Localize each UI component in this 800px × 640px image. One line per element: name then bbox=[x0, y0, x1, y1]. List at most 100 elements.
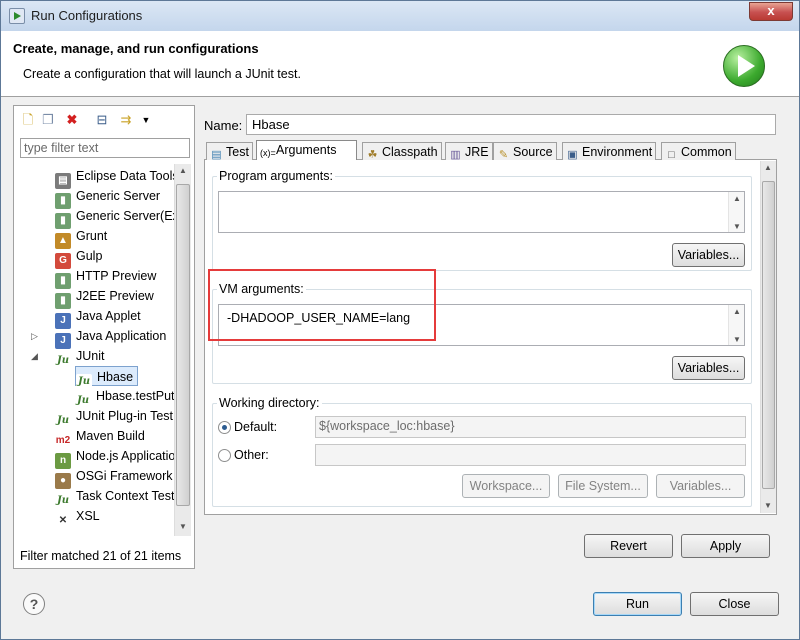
duplicate-config-icon[interactable]: ❐ bbox=[40, 112, 56, 128]
tree-item[interactable]: Ju JUnit bbox=[55, 346, 104, 369]
scroll-up-icon[interactable]: ▲ bbox=[179, 166, 187, 175]
apply-button[interactable]: Apply bbox=[681, 534, 770, 558]
tree-scrollbar[interactable]: ▲ ▼ bbox=[174, 164, 191, 536]
vm-args-scrollbar[interactable]: ▲ ▼ bbox=[728, 305, 744, 345]
run-config-icon bbox=[9, 8, 25, 24]
run-banner-icon bbox=[723, 45, 765, 87]
configuration-list-panel: 🗋 ❐ ✖ ⊟ ⇉ ▼ type filter text ▤ Eclipse Da… bbox=[13, 105, 195, 569]
collapsed-chevron-icon[interactable]: ▷ bbox=[31, 331, 38, 342]
tab-test[interactable]: ▤ Test bbox=[206, 142, 253, 161]
scroll-up-icon[interactable]: ▲ bbox=[733, 307, 741, 316]
annotation-highlight-box bbox=[208, 269, 436, 341]
scroll-up-icon[interactable]: ▲ bbox=[764, 163, 772, 172]
tree-item[interactable]: ▮ Generic Server bbox=[55, 186, 161, 209]
tab-jre[interactable]: ▥ JRE bbox=[445, 142, 493, 161]
tab-label: Test bbox=[226, 145, 249, 159]
tree-item-label: J2EE Preview bbox=[76, 289, 154, 303]
run-button[interactable]: Run bbox=[593, 592, 682, 616]
tree-item-label: Gulp bbox=[76, 249, 103, 263]
tree-item[interactable]: ▮ J2EE Preview bbox=[55, 286, 154, 309]
tree-item-label: HTTP Preview bbox=[76, 269, 157, 283]
tree-item-label: Generic Server bbox=[76, 189, 161, 203]
tab-source[interactable]: ✎ Source bbox=[493, 142, 557, 161]
tab-common[interactable]: □ Common bbox=[661, 142, 736, 161]
filter-config-icon[interactable]: ⇉ bbox=[118, 112, 134, 128]
dir-variables-button[interactable]: Variables... bbox=[656, 474, 745, 498]
tab-scroll-thumb[interactable] bbox=[762, 181, 775, 489]
other-radio[interactable] bbox=[218, 449, 231, 462]
tree-item-label: JUnit Plug-in Test bbox=[76, 409, 174, 423]
window-title: Run Configurations bbox=[31, 8, 143, 23]
workspace-button[interactable]: Workspace... bbox=[462, 474, 550, 498]
tab-label: Source bbox=[513, 145, 553, 159]
tree-item[interactable]: ▲ Grunt bbox=[55, 226, 107, 249]
tab-environment[interactable]: ▣ Environment bbox=[562, 142, 657, 161]
new-config-icon[interactable]: 🗋 bbox=[20, 112, 36, 128]
tree-item[interactable]: ▤ Eclipse Data Tools bbox=[55, 166, 175, 189]
other-radio-label: Other: bbox=[234, 448, 269, 462]
file-system-button[interactable]: File System... bbox=[558, 474, 648, 498]
environment-tab-icon: ▣ bbox=[567, 149, 578, 161]
default-radio[interactable] bbox=[218, 421, 231, 434]
expanded-chevron-icon[interactable]: ◢ bbox=[31, 351, 38, 362]
tree-item[interactable]: ✕ XSL bbox=[55, 506, 100, 529]
scroll-down-icon[interactable]: ▼ bbox=[764, 501, 772, 510]
close-button[interactable]: Close bbox=[690, 592, 779, 616]
tab-content-scrollbar[interactable]: ▲ ▼ bbox=[760, 161, 776, 513]
collapse-all-icon[interactable]: ⊟ bbox=[94, 112, 110, 128]
classpath-tab-icon: ☘ bbox=[367, 149, 378, 161]
tree-item-label: Hbase.testPut bbox=[96, 389, 175, 403]
tree-item[interactable]: G Gulp bbox=[55, 246, 103, 269]
program-args-scrollbar[interactable]: ▲ ▼ bbox=[728, 192, 744, 232]
config-name-input[interactable]: Hbase bbox=[246, 114, 776, 135]
program-variables-button[interactable]: Variables... bbox=[672, 243, 745, 267]
filter-input[interactable]: type filter text bbox=[20, 138, 190, 158]
scroll-down-icon[interactable]: ▼ bbox=[179, 522, 187, 531]
tree-item[interactable]: m2 Maven Build bbox=[55, 426, 145, 449]
program-arguments-label: Program arguments: bbox=[217, 169, 335, 183]
tree-item[interactable]: ▮Generic Server(Exte bbox=[55, 206, 175, 229]
view-menu-chevron-icon[interactable]: ▼ bbox=[138, 112, 154, 128]
scroll-up-icon[interactable]: ▲ bbox=[733, 194, 741, 203]
test-tab-icon: ▤ bbox=[211, 149, 222, 161]
tree-item[interactable]: Ju Task Context Test bbox=[55, 486, 174, 509]
dialog-heading: Create, manage, and run configurations bbox=[13, 41, 259, 56]
tab-label: Arguments bbox=[276, 143, 337, 157]
arguments-tab-icon: (x)= bbox=[260, 148, 276, 158]
tab-arguments[interactable]: (x)=Arguments bbox=[256, 140, 357, 160]
xsl-icon: ✕ bbox=[55, 513, 71, 529]
tree-scroll-thumb[interactable] bbox=[176, 184, 190, 506]
tree-item[interactable]: Ju JUnit Plug-in Test bbox=[55, 406, 174, 429]
scroll-down-icon[interactable]: ▼ bbox=[733, 335, 741, 344]
tree-item[interactable]: Ju Hbase bbox=[75, 366, 139, 390]
tree-item[interactable]: ● OSGi Framework bbox=[55, 466, 173, 489]
tree-item-label: Node.js Application bbox=[76, 449, 175, 463]
default-directory-field: ${workspace_loc:hbase} bbox=[315, 416, 746, 438]
title-bar: Run Configurations x bbox=[1, 1, 799, 31]
tree-item[interactable]: J Java Applet bbox=[55, 306, 141, 329]
tree-item[interactable]: Ju Hbase.testPut bbox=[75, 386, 175, 409]
dialog-header: Create, manage, and run configurations C… bbox=[1, 31, 799, 97]
tree-item-label: Java Application bbox=[76, 329, 167, 343]
window-close-button[interactable]: x bbox=[749, 2, 793, 21]
tree-item[interactable]: J Java Application bbox=[55, 326, 167, 349]
help-icon[interactable]: ? bbox=[23, 593, 45, 615]
jre-tab-icon: ▥ bbox=[450, 149, 461, 161]
junit-icon: Ju bbox=[55, 353, 71, 369]
name-label: Name: bbox=[204, 118, 243, 133]
tab-label: JRE bbox=[465, 145, 489, 159]
tab-classpath[interactable]: ☘ Classpath bbox=[362, 142, 442, 161]
tree-item[interactable]: ▮ HTTP Preview bbox=[55, 266, 157, 289]
tree-item-label: Eclipse Data Tools bbox=[76, 169, 175, 183]
delete-config-icon[interactable]: ✖ bbox=[64, 112, 80, 128]
tree-item[interactable]: n Node.js Application bbox=[55, 446, 175, 469]
program-arguments-field[interactable]: ▲ ▼ bbox=[218, 191, 745, 233]
tree-item-label: Java Applet bbox=[76, 309, 141, 323]
run-configurations-dialog: Run Configurations x Create, manage, and… bbox=[0, 0, 800, 640]
revert-button[interactable]: Revert bbox=[584, 534, 673, 558]
tab-label: Common bbox=[681, 145, 732, 159]
scroll-down-icon[interactable]: ▼ bbox=[733, 222, 741, 231]
vm-variables-button[interactable]: Variables... bbox=[672, 356, 745, 380]
source-tab-icon: ✎ bbox=[498, 149, 509, 161]
tree-item-label: OSGi Framework bbox=[76, 469, 173, 483]
